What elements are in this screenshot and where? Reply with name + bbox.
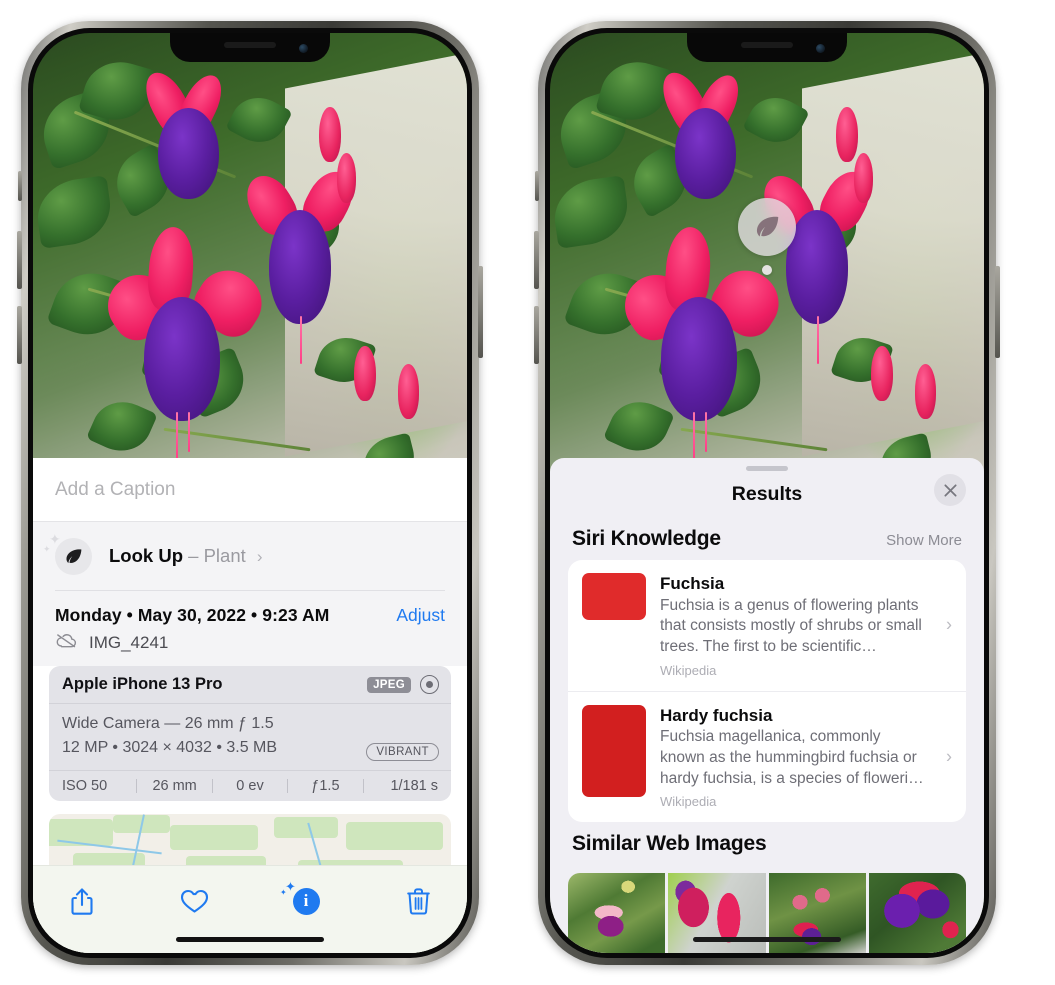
left-phone-bezel: ✦ ✦ Look Up – Plant ›	[28, 28, 472, 958]
exif-focal-length: 26 mm	[152, 777, 197, 794]
leaf-icon	[738, 198, 796, 256]
web-image-1[interactable]	[568, 873, 666, 953]
volume-up-button[interactable]	[17, 231, 22, 289]
knowledge-text: Fuchsia Fuchsia is a genus of flowering …	[660, 573, 952, 678]
look-up-plant-row[interactable]: ✦ ✦ Look Up – Plant ›	[33, 522, 467, 590]
camera-exif-row: ISO 50 26 mm 0 ev ƒ1.5 1/181 s	[49, 771, 451, 801]
camera-info-card[interactable]: Apple iPhone 13 Pro JPEG Wide Camera — 2…	[49, 666, 451, 801]
knowledge-description: Fuchsia is a genus of flowering plants t…	[660, 596, 922, 655]
home-indicator[interactable]	[176, 937, 324, 942]
knowledge-item-fuchsia[interactable]: Fuchsia Fuchsia is a genus of flowering …	[568, 560, 966, 691]
info-badge-icon: i	[292, 887, 320, 915]
results-header: Results	[550, 471, 984, 517]
silence-switch[interactable]	[18, 171, 22, 201]
metadata-filename-row: IMG_4241	[55, 626, 445, 666]
look-up-label: Look Up – Plant ›	[109, 545, 263, 567]
knowledge-source: Wikipedia	[660, 794, 717, 810]
power-button[interactable]	[995, 266, 1000, 358]
volume-down-button[interactable]	[17, 306, 22, 364]
show-more-button[interactable]: Show More	[886, 532, 962, 549]
photo-date: Monday • May 30, 2022 • 9:23 AM	[55, 605, 330, 625]
results-title: Results	[731, 482, 803, 505]
similar-web-images-title: Similar Web Images	[572, 832, 767, 856]
lookup-block: ✦ ✦ Look Up – Plant › Monday • May 30, 2…	[33, 521, 467, 666]
knowledge-thumbnail	[582, 704, 646, 797]
web-image-4[interactable]	[868, 873, 966, 953]
silence-switch[interactable]	[535, 171, 539, 201]
look-up-dash: –	[188, 545, 199, 566]
info-button[interactable]: ✦ ✦ i	[280, 879, 329, 922]
earpiece-speaker	[741, 42, 793, 48]
exif-iso: ISO 50	[62, 777, 108, 794]
sparkle-small-icon: ✦	[43, 543, 51, 554]
cloud-slash-icon	[55, 632, 78, 654]
close-icon	[943, 483, 957, 497]
notch	[170, 33, 330, 62]
share-icon	[71, 887, 93, 915]
raw-circle-icon	[420, 675, 439, 694]
front-camera-icon	[299, 44, 308, 53]
photo-filename: IMG_4241	[89, 633, 169, 652]
results-sheet: Results Siri Knowledge Show More Fuchsia…	[550, 458, 984, 953]
photographic-style-badge: VIBRANT	[366, 742, 439, 761]
camera-card-header: Apple iPhone 13 Pro JPEG	[49, 666, 451, 704]
caption-row[interactable]	[33, 458, 467, 521]
badge-anchor-dot	[762, 265, 772, 275]
siri-knowledge-title: Siri Knowledge	[572, 527, 721, 550]
right-phone-device: Results Siri Knowledge Show More Fuchsia…	[534, 21, 1000, 965]
earpiece-speaker	[224, 42, 276, 48]
similar-web-images-header: Similar Web Images	[550, 822, 984, 865]
front-camera-icon	[816, 44, 825, 53]
knowledge-title: Fuchsia	[660, 574, 725, 593]
siri-knowledge-card: Fuchsia Fuchsia is a genus of flowering …	[568, 560, 966, 823]
delete-button[interactable]	[395, 880, 441, 922]
knowledge-item-hardy-fuchsia[interactable]: Hardy fuchsia Fuchsia magellanica, commo…	[568, 690, 966, 823]
visual-look-up-badge[interactable]	[738, 198, 796, 275]
knowledge-thumbnail	[582, 573, 646, 620]
volume-down-button[interactable]	[534, 306, 539, 364]
adjust-button[interactable]: Adjust	[396, 605, 445, 626]
favorite-button[interactable]	[171, 880, 217, 922]
look-up-title: Look Up	[109, 545, 183, 566]
right-phone-bezel: Results Siri Knowledge Show More Fuchsia…	[545, 28, 989, 958]
volume-up-button[interactable]	[534, 231, 539, 289]
knowledge-text: Hardy fuchsia Fuchsia magellanica, commo…	[660, 705, 952, 810]
format-badge: JPEG	[367, 676, 411, 693]
knowledge-title: Hardy fuchsia	[660, 705, 773, 725]
heart-icon	[180, 889, 208, 913]
share-button[interactable]	[59, 880, 105, 922]
power-button[interactable]	[478, 266, 483, 358]
metadata-block: Monday • May 30, 2022 • 9:23 AM Adjust I…	[33, 590, 467, 666]
exif-aperture: ƒ1.5	[311, 777, 340, 794]
photo-info-sheet: ✦ ✦ Look Up – Plant ›	[33, 458, 467, 953]
right-phone-screen: Results Siri Knowledge Show More Fuchsia…	[550, 33, 984, 953]
left-phone-screen: ✦ ✦ Look Up – Plant ›	[33, 33, 467, 953]
home-indicator[interactable]	[693, 937, 841, 942]
trash-icon	[406, 887, 430, 915]
chevron-right-icon: ›	[946, 746, 952, 767]
close-button[interactable]	[934, 474, 966, 506]
camera-card-badges: JPEG	[367, 675, 439, 694]
exif-shutter-speed: 1/181 s	[390, 777, 439, 794]
caption-input[interactable]	[55, 478, 445, 501]
metadata-date-row: Monday • May 30, 2022 • 9:23 AM Adjust	[55, 591, 445, 626]
chevron-right-icon: ›	[946, 614, 952, 635]
screenshot-stage: ✦ ✦ Look Up – Plant ›	[0, 0, 1055, 985]
camera-card-body: Wide Camera — 26 mm ƒ 1.5 12 MP • 3024 ×…	[49, 704, 451, 771]
sparkle-small-icon: ✦	[280, 888, 287, 897]
chevron-right-icon: ›	[256, 547, 263, 566]
siri-knowledge-header: Siri Knowledge Show More	[550, 517, 984, 560]
leaf-icon: ✦ ✦	[43, 531, 92, 575]
camera-lens-line: Wide Camera — 26 mm ƒ 1.5	[62, 715, 274, 732]
left-phone-device: ✦ ✦ Look Up – Plant ›	[17, 21, 483, 965]
camera-device-name: Apple iPhone 13 Pro	[62, 675, 223, 693]
notch	[687, 33, 847, 62]
exif-exposure-value: 0 ev	[236, 777, 264, 794]
knowledge-description: Fuchsia magellanica, commonly known as t…	[660, 728, 924, 787]
knowledge-source: Wikipedia	[660, 662, 717, 678]
look-up-subject: Plant	[203, 545, 246, 566]
